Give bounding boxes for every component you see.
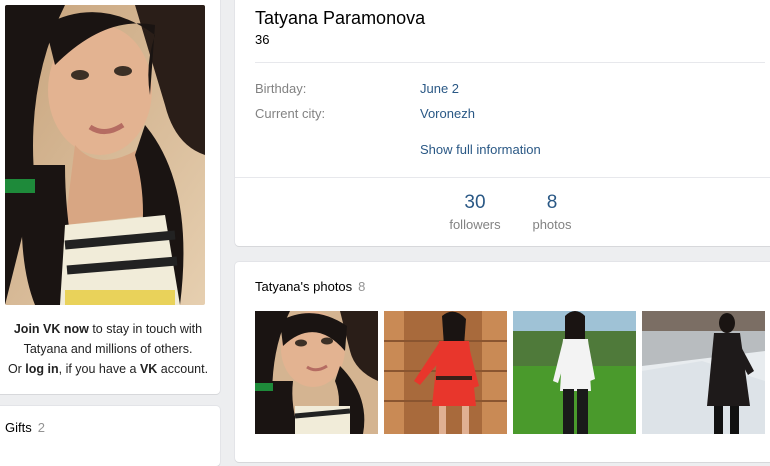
- gifts-header[interactable]: Gifts 2: [5, 420, 45, 435]
- divider: [235, 177, 770, 178]
- photo-thumbnail[interactable]: [384, 311, 507, 434]
- birthday-value-link[interactable]: June 2: [420, 81, 459, 96]
- photo-thumbnail[interactable]: [513, 311, 636, 434]
- photos-count: 8: [546, 192, 558, 213]
- photos-card: Tatyana's photos 8: [235, 262, 770, 462]
- city-label: Current city:: [255, 106, 326, 121]
- divider: [255, 62, 765, 63]
- profile-photo[interactable]: [5, 5, 205, 305]
- vk-label: VK: [139, 362, 158, 376]
- log-in-link[interactable]: log in: [25, 362, 58, 376]
- photos-title: Tatyana's photos: [255, 279, 353, 294]
- followers-count: 30: [464, 192, 486, 213]
- join-text-2: , if you have a: [58, 362, 140, 376]
- photos-header-count: 8: [358, 279, 366, 294]
- profile-name: Tatyana Paramonova: [255, 8, 426, 28]
- city-value-link[interactable]: Voronezh: [420, 106, 475, 121]
- gifts-count: 2: [37, 420, 45, 435]
- followers-counter[interactable]: 30 followers: [440, 192, 510, 232]
- join-vk-message: Join VK now to stay in touch with Tatyan…: [4, 319, 212, 379]
- avatar-card: Join VK now to stay in touch with Tatyan…: [0, 0, 220, 394]
- photos-label: photos: [532, 217, 572, 232]
- show-full-information-link[interactable]: Show full information: [420, 142, 541, 157]
- gifts-card[interactable]: Gifts 2: [0, 406, 220, 466]
- photos-header[interactable]: Tatyana's photos 8: [255, 279, 365, 294]
- join-vk-link[interactable]: Join VK now: [14, 322, 89, 336]
- birthday-label: Birthday:: [255, 81, 307, 96]
- photo-thumbnail[interactable]: [255, 311, 378, 434]
- join-text-3: account.: [157, 362, 209, 376]
- join-text-or: Or: [7, 362, 26, 376]
- gifts-title: Gifts: [5, 420, 32, 435]
- photo-thumbnail[interactable]: [642, 311, 765, 434]
- profile-info-card: Tatyana Paramonova 36 Birthday: June 2 C…: [235, 0, 770, 246]
- followers-label: followers: [449, 217, 501, 232]
- photos-counter[interactable]: 8 photos: [522, 192, 582, 232]
- profile-age: 36: [255, 32, 270, 47]
